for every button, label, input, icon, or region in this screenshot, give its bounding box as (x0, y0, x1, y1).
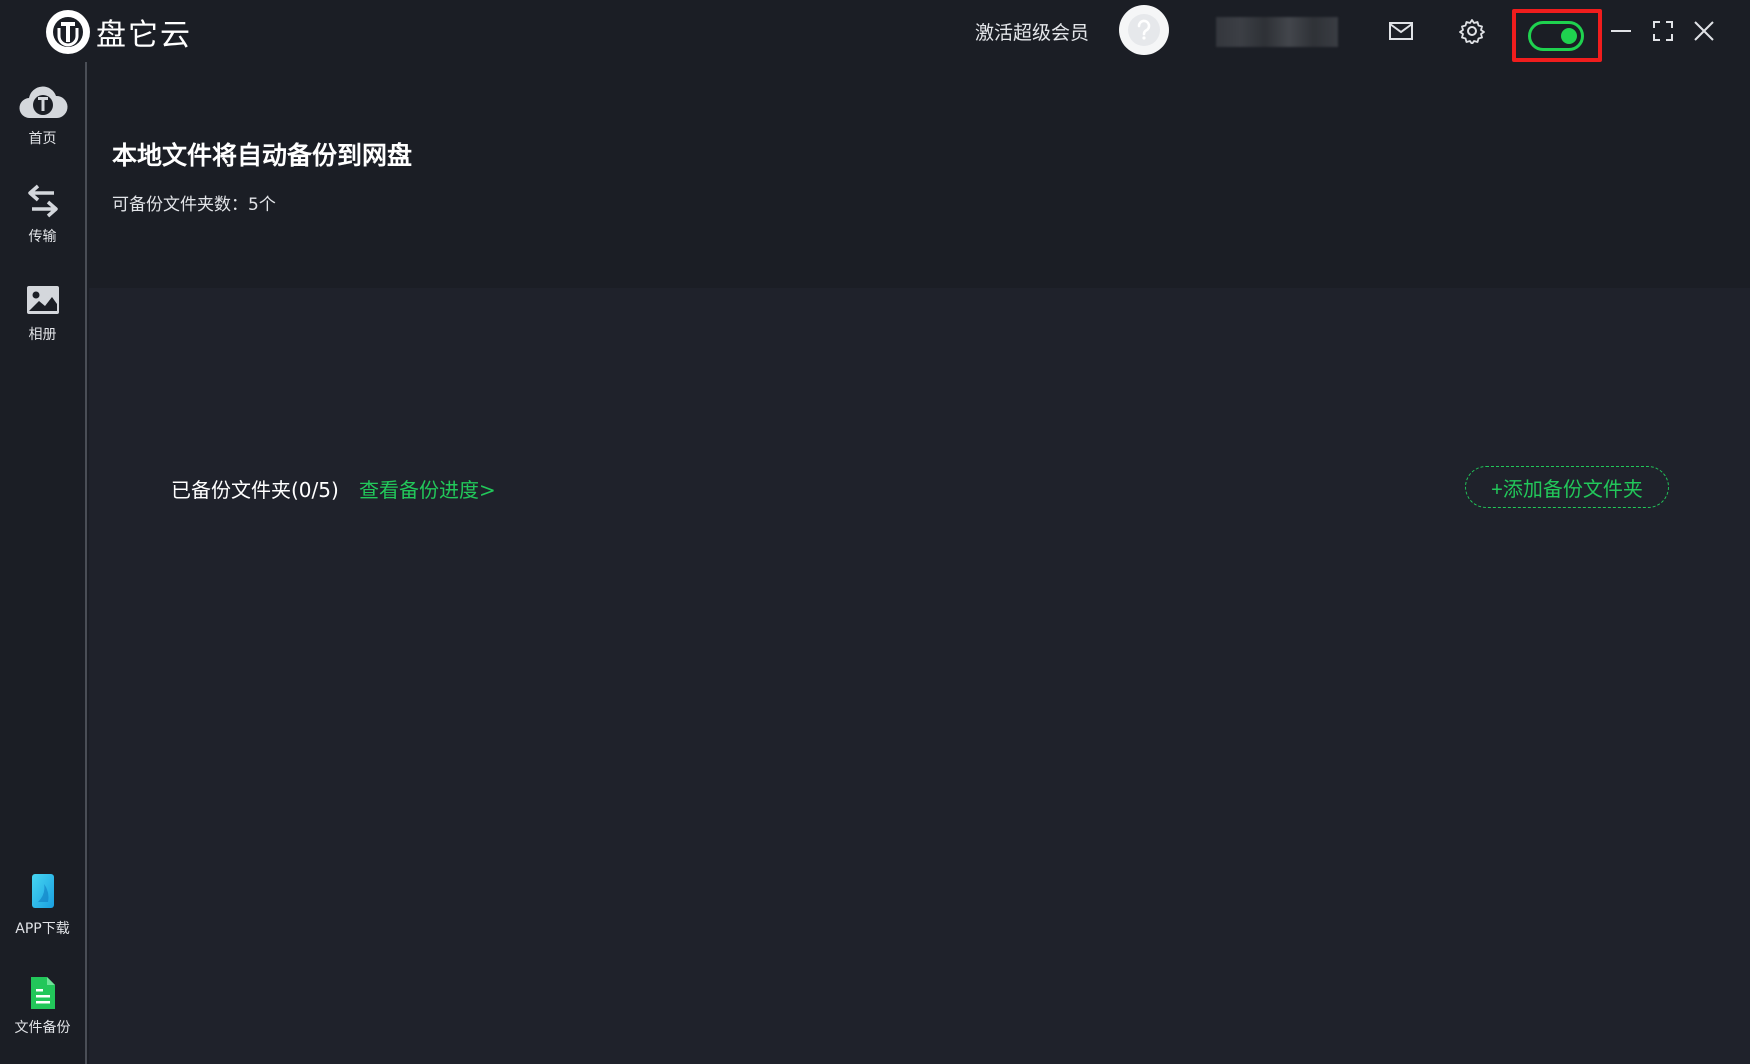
sidebar: 首页 传输 相册 APP下载 文件备份 (0, 62, 87, 1064)
transfer-arrows-icon (0, 182, 85, 220)
phone-icon (0, 872, 85, 912)
gear-icon[interactable] (1456, 15, 1488, 47)
activate-vip-link[interactable]: 激活超级会员 (975, 18, 1089, 45)
sidebar-item-label: 相册 (28, 327, 57, 343)
sidebar-item-file-backup[interactable]: 文件备份 (0, 975, 85, 1037)
close-icon[interactable] (1688, 15, 1720, 47)
add-backup-folder-button[interactable]: +添加备份文件夹 (1465, 466, 1669, 508)
help-avatar-icon (1128, 14, 1160, 46)
logo-icon (46, 10, 90, 54)
photo-icon (0, 282, 85, 318)
sidebar-item-transfer[interactable]: 传输 (0, 182, 85, 246)
cloud-logo-icon (0, 82, 85, 122)
sidebar-item-home[interactable]: 首页 (0, 82, 85, 148)
sidebar-item-label: APP下载 (15, 921, 70, 937)
avatar[interactable] (1119, 5, 1169, 55)
app-name: 盘它云 (96, 18, 192, 53)
maximize-icon[interactable] (1647, 15, 1679, 47)
toggle-knob (1561, 28, 1577, 44)
sidebar-item-label: 文件备份 (14, 1020, 71, 1036)
folder-count-text: 可备份文件夹数：5个 (112, 195, 276, 215)
page-title: 本地文件将自动备份到网盘 (112, 141, 413, 170)
app-logo: 盘它云 (46, 9, 192, 55)
view-progress-link[interactable]: 查看备份进度> (359, 474, 496, 503)
backup-content (89, 288, 1750, 1064)
sidebar-item-label: 首页 (28, 131, 57, 147)
minimize-icon[interactable] (1605, 15, 1637, 47)
title-bar: 盘它云 激活超级会员 (0, 0, 1750, 62)
document-icon (0, 975, 85, 1011)
mail-icon[interactable] (1385, 15, 1417, 47)
username-blurred[interactable] (1216, 17, 1338, 47)
sidebar-item-app-download[interactable]: APP下载 (0, 872, 85, 938)
sidebar-item-album[interactable]: 相册 (0, 282, 85, 344)
backed-folders-label: 已备份文件夹(0/5) (171, 478, 339, 502)
app-window: 盘它云 激活超级会员 首页 传输 相册 APP下载 文件备份 本地文件将自动备份… (0, 0, 1750, 1064)
backup-header (89, 62, 1750, 288)
backup-toggle[interactable] (1528, 21, 1584, 51)
sidebar-item-label: 传输 (28, 229, 57, 245)
